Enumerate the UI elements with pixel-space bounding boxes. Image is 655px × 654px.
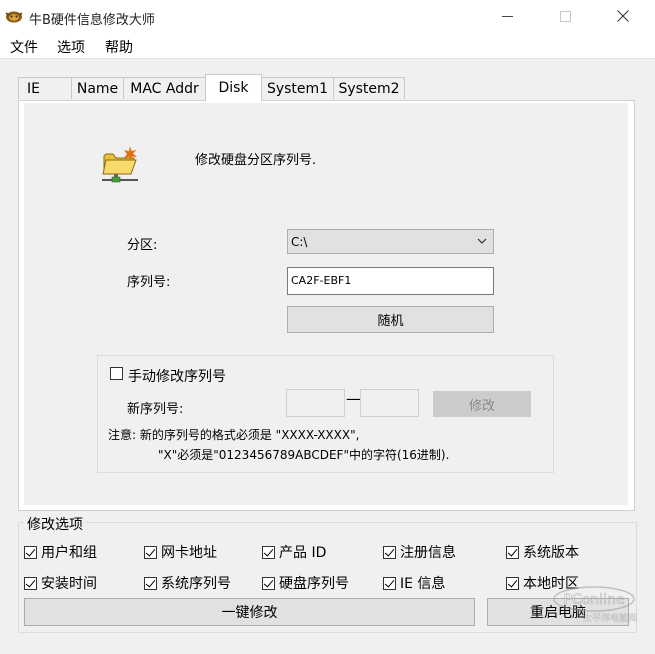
partition-value: C:\ <box>291 234 308 249</box>
checkbox-checked[interactable] <box>24 545 37 559</box>
new-serial-part2-input[interactable] <box>360 389 419 417</box>
option-label: 产品 ID <box>279 545 327 561</box>
checkbox-checked[interactable] <box>144 576 157 590</box>
disk-heading: 修改硬盘分区序列号. <box>195 153 317 168</box>
tab-mac-addr[interactable]: MAC Addr <box>123 77 206 99</box>
chevron-down-icon <box>477 238 487 244</box>
checkbox-checked[interactable] <box>383 576 396 590</box>
option-label: IE 信息 <box>400 576 446 592</box>
option-system-serial[interactable]: 系统序列号 <box>144 574 231 592</box>
option-users-groups[interactable]: 用户和组 <box>24 543 97 561</box>
option-label: 网卡地址 <box>161 545 217 561</box>
format-note-line1: 注意: 新的序列号的格式必须是 "XXXX-XXXX", <box>108 428 360 442</box>
partition-select[interactable]: C:\ <box>287 229 494 254</box>
option-label: 硬盘序列号 <box>279 576 349 592</box>
menu-bar <box>0 33 655 57</box>
menu-help[interactable]: 帮助 <box>105 37 133 57</box>
manual-serial-checkbox[interactable] <box>110 367 123 380</box>
option-mac-address[interactable]: 网卡地址 <box>144 543 217 561</box>
checkbox-checked[interactable] <box>24 576 37 590</box>
maximize-button[interactable] <box>542 0 588 32</box>
serial-input[interactable]: CA2F-EBF1 <box>287 267 494 295</box>
option-system-version[interactable]: 系统版本 <box>506 543 579 561</box>
checkbox-checked[interactable] <box>144 545 157 559</box>
new-serial-label: 新序列号: <box>127 402 184 417</box>
checkbox-checked[interactable] <box>262 576 275 590</box>
folder-network-icon <box>102 146 138 183</box>
tab-system1[interactable]: System1 <box>261 77 334 99</box>
one-click-modify-button[interactable]: 一键修改 <box>24 598 475 626</box>
new-serial-part1-input[interactable] <box>286 389 345 417</box>
modify-button[interactable]: 修改 <box>433 391 531 417</box>
option-label: 系统版本 <box>523 545 579 561</box>
minimize-icon <box>501 15 513 17</box>
option-registration-info[interactable]: 注册信息 <box>383 543 456 561</box>
option-disk-serial[interactable]: 硬盘序列号 <box>262 574 349 592</box>
option-product-id[interactable]: 产品 ID <box>262 543 326 561</box>
option-label: 系统序列号 <box>161 576 231 592</box>
option-label: 注册信息 <box>400 545 456 561</box>
option-label: 用户和组 <box>41 545 97 561</box>
format-note-line2: "X"必须是"0123456789ABCDEF"中的字符(16进制). <box>158 448 450 462</box>
checkbox-checked[interactable] <box>383 545 396 559</box>
checkbox-checked[interactable] <box>262 545 275 559</box>
menu-options[interactable]: 选项 <box>57 37 85 57</box>
maximize-icon <box>559 10 571 22</box>
tab-name[interactable]: Name <box>71 77 124 99</box>
partition-label: 分区: <box>127 238 158 253</box>
tab-disk[interactable]: Disk <box>205 74 262 101</box>
window-title: 牛B硬件信息修改大师 <box>29 13 155 28</box>
menu-file[interactable]: 文件 <box>10 37 38 57</box>
close-icon <box>617 10 629 22</box>
checkbox-checked[interactable] <box>506 545 519 559</box>
manual-serial-label[interactable]: 手动修改序列号 <box>128 366 226 386</box>
checkbox-checked[interactable] <box>506 576 519 590</box>
option-install-time[interactable]: 安装时间 <box>24 574 97 592</box>
serial-label: 序列号: <box>127 275 171 290</box>
tab-system2[interactable]: System2 <box>333 77 405 99</box>
tab-ie[interactable]: IE <box>18 77 72 99</box>
option-label: 安装时间 <box>41 576 97 592</box>
close-button[interactable] <box>600 0 646 32</box>
minimize-button[interactable] <box>484 0 530 32</box>
pconline-watermark: PConline 太平洋电脑网 <box>553 586 637 624</box>
watermark-text: PConline <box>564 592 625 608</box>
random-button[interactable]: 随机 <box>287 306 494 333</box>
bull-app-icon <box>5 11 23 23</box>
options-legend: 修改选项 <box>24 514 86 534</box>
watermark-subtext: 太平洋电脑网 <box>583 612 637 624</box>
option-ie-info[interactable]: IE 信息 <box>383 574 445 592</box>
